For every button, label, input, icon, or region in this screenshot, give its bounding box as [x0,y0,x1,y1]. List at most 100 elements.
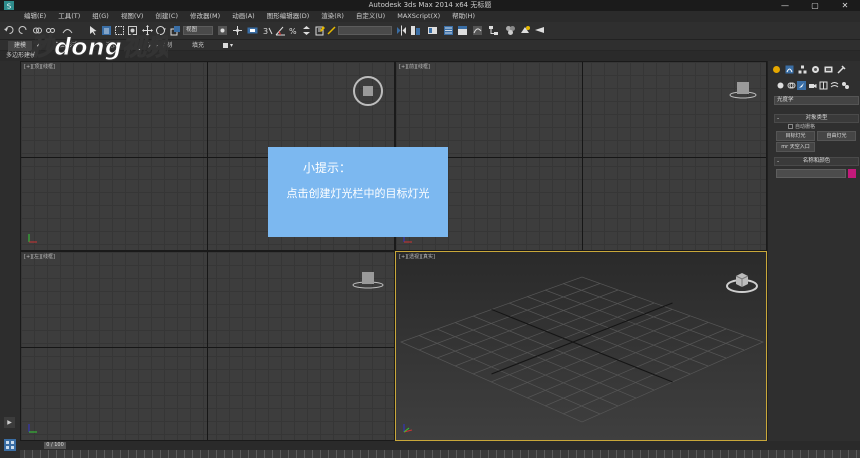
snaps-toggle-icon[interactable]: 3 [262,25,273,36]
hierarchy-tab-icon[interactable] [798,65,807,74]
svg-text:3: 3 [263,27,268,36]
object-name-field[interactable] [776,169,846,178]
keyboard-shortcut-icon[interactable] [247,25,258,36]
viewport-front[interactable]: [+][前][线框] [395,61,767,251]
display-tab-icon[interactable] [824,65,833,74]
align-icon[interactable] [410,25,421,36]
schematic-view-icon[interactable] [488,25,499,36]
edit-named-selection-icon[interactable] [315,25,326,36]
object-color-swatch[interactable] [848,169,856,178]
time-slider[interactable]: 0 / 100 [44,442,66,449]
object-type-rollout[interactable]: - 对象类型 [774,114,859,123]
maximize-button[interactable]: ▢ [800,0,830,11]
mr-sky-portal-button[interactable]: mr 天空入口 [776,142,815,152]
percent-snap-icon[interactable]: % [288,25,299,36]
menu-views[interactable]: 视图(V) [121,11,144,22]
perspective-grid [400,276,764,423]
window-controls: — ▢ ✕ [770,0,860,11]
menu-help[interactable]: 帮助(H) [452,11,475,22]
tip-body: 点击创建灯光栏中的目标灯光 [286,187,430,200]
viewport-perspective-label[interactable]: [+][透视][真实] [399,253,435,260]
viewport-left[interactable]: [+][左][线框] [20,251,395,441]
menu-graph-editors[interactable]: 图形编辑器(D) [267,11,310,22]
tab-populate[interactable]: 填充 [186,41,210,51]
named-selection-sets-dropdown[interactable] [338,26,392,35]
menu-bar: 编辑(E) 工具(T) 组(G) 视图(V) 创建(C) 修改器(M) 动画(A… [0,11,860,22]
axis-tripod-icon [28,234,37,243]
autogrid-checkbox[interactable]: 自动栅格 [788,123,815,130]
svg-text:%: % [289,27,297,36]
light-category-dropdown[interactable]: 光度学 [774,96,859,105]
axis-tripod-icon [403,424,413,433]
spinner-snap-icon[interactable] [301,25,312,36]
undo-icon[interactable] [4,25,15,36]
ribbon-toggle-icon[interactable] [457,25,468,36]
viewcube-front-icon[interactable] [728,78,758,102]
pivot-center-icon[interactable] [217,25,228,36]
viewport-left-label[interactable]: [+][左][线框] [24,253,55,260]
viewport-perspective[interactable]: [+][透视][真实] [395,251,767,441]
lights-icon[interactable] [797,81,806,90]
name-and-color-header: 名称和颜色 [802,158,831,164]
systems-icon[interactable] [841,81,850,90]
menu-customize[interactable]: 自定义(U) [356,11,385,22]
axis-tripod-icon [28,424,37,433]
named-selection-icon[interactable] [326,25,337,36]
left-strip: ▶ [0,61,20,441]
command-panel: 光度学 - 对象类型 自动栅格 目标灯光 自由灯光 mr 天空入口 - 名称和颜… [767,61,860,441]
tip-title: 小提示： [302,161,351,175]
cameras-icon[interactable] [808,81,817,90]
menu-tools[interactable]: 工具(T) [58,11,80,22]
track-bar-left [0,436,20,458]
menu-edit[interactable]: 编辑(E) [24,11,46,22]
material-editor-icon[interactable] [505,25,516,36]
create-tab-icon[interactable] [772,65,781,74]
select-scale-icon[interactable] [170,25,181,36]
helpers-icon[interactable] [819,81,828,90]
tip-overlay: 小提示： 点击创建灯光栏中的目标灯光 [268,147,448,237]
curve-editor-icon[interactable] [472,25,483,36]
mini-curve-editor-icon[interactable] [3,438,17,452]
viewcube-top-icon[interactable] [351,74,385,108]
menu-group[interactable]: 组(G) [92,11,109,22]
viewcube-perspective-icon[interactable] [724,266,760,296]
menu-maxscript[interactable]: MAXScript(X) [397,11,440,22]
render-frame-icon[interactable] [534,25,545,36]
viewport-front-label[interactable]: [+][前][线框] [399,63,430,70]
geometry-icon[interactable] [776,81,785,90]
autogrid-label: 自动栅格 [795,124,816,130]
miaodong-watermark-logo: 秒dong视频 [30,33,169,62]
menu-create[interactable]: 创建(C) [155,11,178,22]
select-manipulate-icon[interactable] [232,25,243,36]
play-expand-button[interactable]: ▶ [4,417,15,428]
object-type-header: 对象类型 [805,115,828,121]
shapes-icon[interactable] [787,81,796,90]
close-button[interactable]: ✕ [830,0,860,11]
menu-animation[interactable]: 动画(A) [232,11,255,22]
reference-coordinate-dropdown[interactable]: 视图 [183,26,213,35]
free-light-button[interactable]: 自由灯光 [817,131,856,141]
render-setup-icon[interactable] [520,25,531,36]
layer-explorer-icon[interactable] [443,25,454,36]
utilities-tab-icon[interactable] [837,65,846,74]
ribbon-options-icon[interactable] [222,42,234,49]
target-light-button[interactable]: 目标灯光 [776,131,815,141]
title-bar: S Autodesk 3ds Max 2014 x64 无标题 — ▢ ✕ [0,0,860,11]
scene-explorer-icon[interactable] [427,25,438,36]
menu-modifiers[interactable]: 修改器(M) [190,11,220,22]
time-slider-bar: 0 / 100 [0,441,860,450]
redo-icon[interactable] [17,25,28,36]
minimize-button[interactable]: — [770,0,800,11]
space-warps-icon[interactable] [830,81,839,90]
mirror-icon[interactable] [396,25,407,36]
motion-tab-icon[interactable] [811,65,820,74]
modify-tab-icon[interactable] [785,65,794,74]
track-bar[interactable] [0,450,860,458]
autogrid-checkbox-box[interactable] [788,124,793,129]
window-title: Autodesk 3ds Max 2014 x64 无标题 [368,1,492,9]
angle-snap-icon[interactable] [275,25,286,36]
name-and-color-rollout[interactable]: - 名称和颜色 [774,157,859,166]
watermark-text: 秒dong视频 [30,33,168,61]
viewcube-left-icon[interactable] [351,268,385,292]
menu-rendering[interactable]: 渲染(R) [321,11,344,22]
